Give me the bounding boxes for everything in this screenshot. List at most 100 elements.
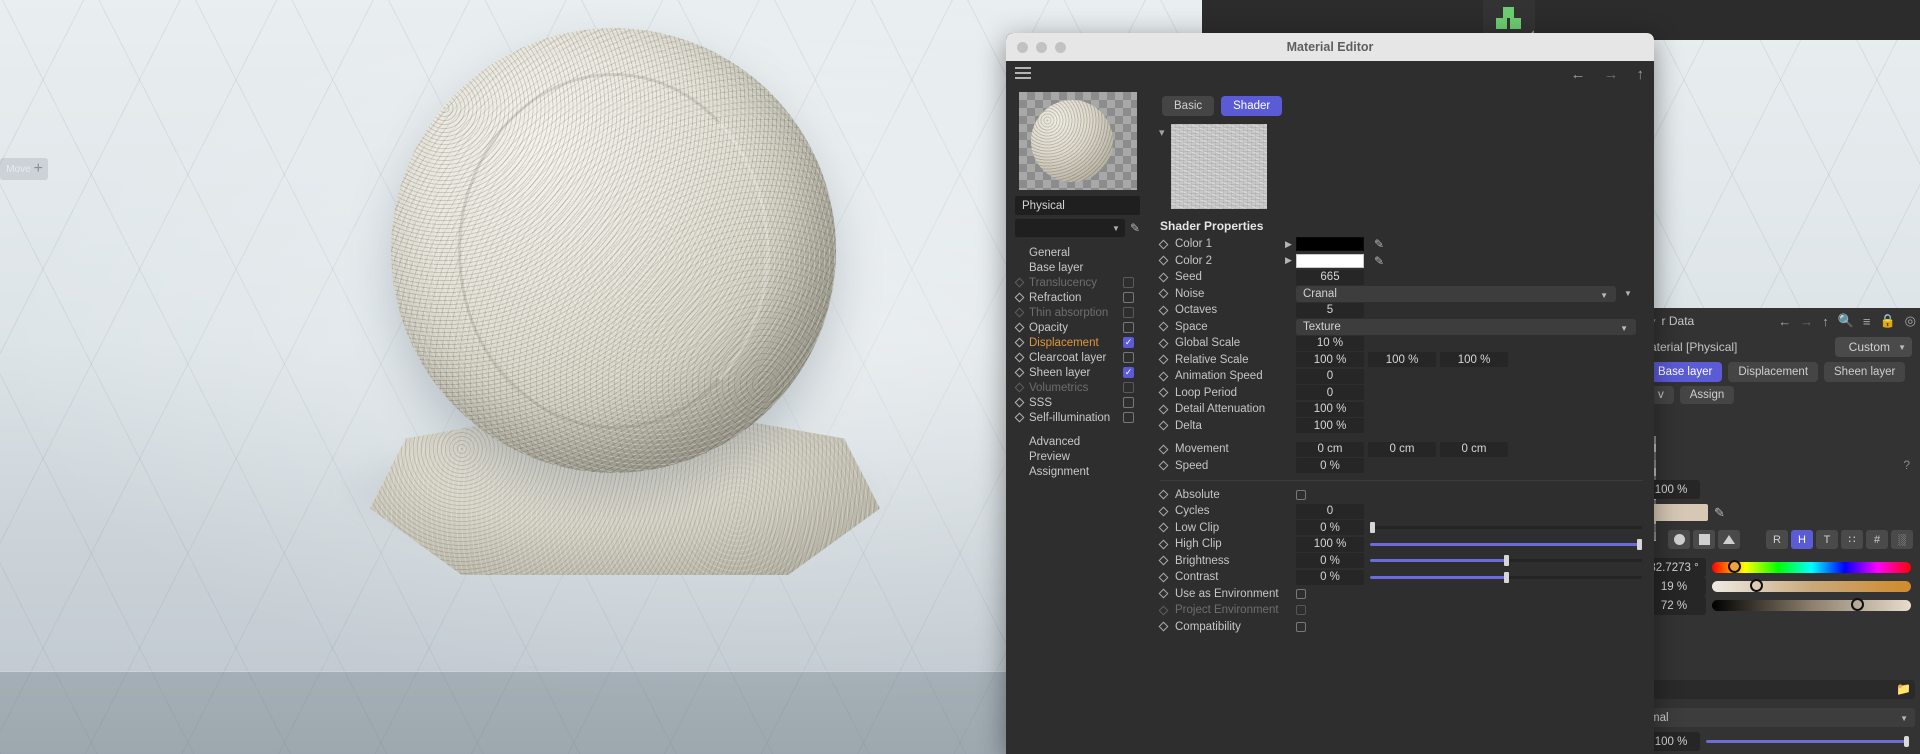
movement-x-input[interactable]: 0 cm bbox=[1296, 442, 1364, 457]
lock-icon[interactable]: 🔒 bbox=[1879, 313, 1895, 329]
arrow-left-icon[interactable]: ← bbox=[1778, 314, 1791, 329]
sidebar-checkbox[interactable] bbox=[1123, 277, 1134, 288]
sidebar-checkbox[interactable]: ✓ bbox=[1123, 337, 1134, 348]
sidebar-item-sheen-layer[interactable]: Sheen layer ✓ bbox=[1006, 365, 1149, 380]
arrow-left-icon[interactable]: ← bbox=[1571, 66, 1586, 83]
hue-slider[interactable] bbox=[1712, 562, 1911, 573]
color-2-swatch[interactable] bbox=[1296, 254, 1364, 268]
sidebar-item-base-layer[interactable]: Base layer bbox=[1006, 260, 1149, 275]
tab-sheen-layer[interactable]: Sheen layer bbox=[1824, 362, 1905, 382]
mode-dropdown[interactable]: Custom ▼ bbox=[1835, 337, 1912, 357]
contrast-handle[interactable] bbox=[1504, 572, 1509, 583]
loop-period-input[interactable]: 0 bbox=[1296, 385, 1364, 400]
sidebar-checkbox[interactable] bbox=[1123, 307, 1134, 318]
tab-shader[interactable]: Shader bbox=[1221, 96, 1282, 116]
speed-input[interactable]: 0 % bbox=[1296, 458, 1364, 473]
saturation-slider[interactable] bbox=[1712, 581, 1911, 592]
sidebar-item-clearcoat-layer[interactable]: Clearcoat layer bbox=[1006, 350, 1149, 365]
noise-texture-preview[interactable] bbox=[1171, 124, 1267, 209]
compatibility-checkbox[interactable] bbox=[1296, 622, 1306, 632]
color-1-swatch[interactable] bbox=[1296, 237, 1364, 251]
sidebar-item-opacity[interactable]: Opacity bbox=[1006, 320, 1149, 335]
sidebar-item-thin-absorption[interactable]: Thin absorption bbox=[1006, 305, 1149, 320]
sidebar-checkbox[interactable] bbox=[1123, 382, 1134, 393]
saturation-knob[interactable] bbox=[1750, 579, 1763, 592]
question-mark-icon[interactable]: ? bbox=[1903, 458, 1910, 472]
sidebar-item-displacement[interactable]: Displacement ✓ bbox=[1006, 335, 1149, 350]
arrow-right-icon[interactable]: → bbox=[1604, 66, 1619, 83]
arrow-up-icon[interactable]: ↑ bbox=[1822, 314, 1829, 329]
relative-scale-y-input[interactable]: 100 % bbox=[1368, 352, 1436, 367]
material-editor-titlebar[interactable]: Material Editor bbox=[1006, 33, 1654, 61]
mode-hsv-button[interactable]: H bbox=[1791, 530, 1813, 549]
delta-input[interactable]: 100 % bbox=[1296, 418, 1364, 433]
low-clip-input[interactable]: 0 % bbox=[1296, 520, 1364, 535]
circle-icon[interactable] bbox=[1668, 530, 1690, 549]
value-knob[interactable] bbox=[1851, 598, 1864, 611]
movement-y-input[interactable]: 0 cm bbox=[1368, 442, 1436, 457]
octaves-input[interactable]: 5 bbox=[1296, 303, 1364, 318]
mode-rgb-button[interactable]: R bbox=[1766, 530, 1788, 549]
blend-mode-dropdown[interactable]: mal ▼ bbox=[1642, 708, 1915, 727]
absolute-checkbox[interactable] bbox=[1296, 490, 1306, 500]
sidebar-item-sss[interactable]: SSS bbox=[1006, 395, 1149, 410]
sidebar-item-self-illumination[interactable]: Self-illumination bbox=[1006, 410, 1149, 425]
arrow-right-icon[interactable]: → bbox=[1800, 314, 1813, 329]
sidebar-checkbox[interactable]: ✓ bbox=[1123, 367, 1134, 378]
mode-swatches-button[interactable]: ░ bbox=[1891, 530, 1913, 549]
tab-base-layer[interactable]: Base layer bbox=[1648, 362, 1722, 382]
space-dropdown[interactable]: Texture ▼ bbox=[1296, 319, 1636, 335]
tab-displacement[interactable]: Displacement bbox=[1728, 362, 1818, 382]
noise-extra-caret-icon[interactable]: ▼ bbox=[1624, 289, 1632, 298]
assign-button[interactable]: Assign bbox=[1680, 386, 1735, 404]
blend-amount-handle[interactable] bbox=[1904, 736, 1909, 747]
sidebar-item-translucency[interactable]: Translucency bbox=[1006, 275, 1149, 290]
high-clip-handle[interactable] bbox=[1637, 539, 1642, 550]
blend-amount-slider[interactable] bbox=[1706, 740, 1909, 743]
filter-icon[interactable]: ≡ bbox=[1863, 314, 1871, 329]
sidebar-item-general[interactable]: General bbox=[1006, 245, 1149, 260]
sidebar-item-assignment[interactable]: Assignment bbox=[1006, 464, 1149, 479]
animation-speed-input[interactable]: 0 bbox=[1296, 369, 1364, 384]
hue-knob[interactable] bbox=[1728, 560, 1741, 573]
sidebar-item-refraction[interactable]: Refraction bbox=[1006, 290, 1149, 305]
chevron-right-icon[interactable]: ▶ bbox=[1285, 255, 1294, 266]
brightness-input[interactable]: 0 % bbox=[1296, 553, 1364, 568]
search-icon[interactable]: 🔍 bbox=[1838, 313, 1854, 329]
sidebar-item-volumetrics[interactable]: Volumetrics bbox=[1006, 380, 1149, 395]
mode-mixer-button[interactable]: ∷ bbox=[1841, 530, 1863, 549]
material-name-field[interactable]: Physical bbox=[1015, 196, 1140, 215]
project-environment-checkbox[interactable] bbox=[1296, 605, 1306, 615]
sidebar-checkbox[interactable] bbox=[1123, 412, 1134, 423]
cycles-input[interactable]: 0 bbox=[1296, 504, 1364, 519]
mode-temperature-button[interactable]: T bbox=[1816, 530, 1838, 549]
material-sphere-preview[interactable] bbox=[1019, 92, 1137, 190]
global-scale-input[interactable]: 10 % bbox=[1296, 336, 1364, 351]
material-selector-dropdown[interactable]: ▼ bbox=[1015, 219, 1125, 237]
square-icon[interactable] bbox=[1693, 530, 1715, 549]
sidebar-checkbox[interactable] bbox=[1123, 292, 1134, 303]
noise-dropdown[interactable]: Cranal ▼ bbox=[1296, 286, 1616, 302]
gradient-icon[interactable] bbox=[1718, 530, 1740, 549]
movement-z-input[interactable]: 0 cm bbox=[1440, 442, 1508, 457]
low-clip-handle[interactable] bbox=[1370, 522, 1375, 533]
relative-scale-z-input[interactable]: 100 % bbox=[1440, 352, 1508, 367]
sidebar-checkbox[interactable] bbox=[1123, 322, 1134, 333]
eyedropper-icon[interactable]: ✎ bbox=[1374, 237, 1384, 251]
sidebar-item-advanced[interactable]: Advanced bbox=[1006, 434, 1149, 449]
sidebar-item-preview[interactable]: Preview bbox=[1006, 449, 1149, 464]
use-as-environment-checkbox[interactable] bbox=[1296, 589, 1306, 599]
relative-scale-x-input[interactable]: 100 % bbox=[1296, 352, 1364, 367]
contrast-slider[interactable] bbox=[1370, 572, 1642, 583]
texture-input[interactable]: 📁 bbox=[1642, 680, 1915, 699]
high-clip-input[interactable]: 100 % bbox=[1296, 537, 1364, 552]
brightness-handle[interactable] bbox=[1504, 555, 1509, 566]
target-icon[interactable]: ◎ bbox=[1905, 313, 1916, 329]
chevron-right-icon[interactable]: ▶ bbox=[1285, 239, 1294, 250]
sphere-object[interactable] bbox=[391, 28, 836, 473]
detail-attenuation-input[interactable]: 100 % bbox=[1296, 402, 1364, 417]
contrast-input[interactable]: 0 % bbox=[1296, 570, 1364, 585]
move-tool-chip[interactable]: Move + bbox=[0, 158, 48, 180]
eyedropper-icon[interactable]: ✎ bbox=[1130, 221, 1140, 235]
sidebar-checkbox[interactable] bbox=[1123, 397, 1134, 408]
